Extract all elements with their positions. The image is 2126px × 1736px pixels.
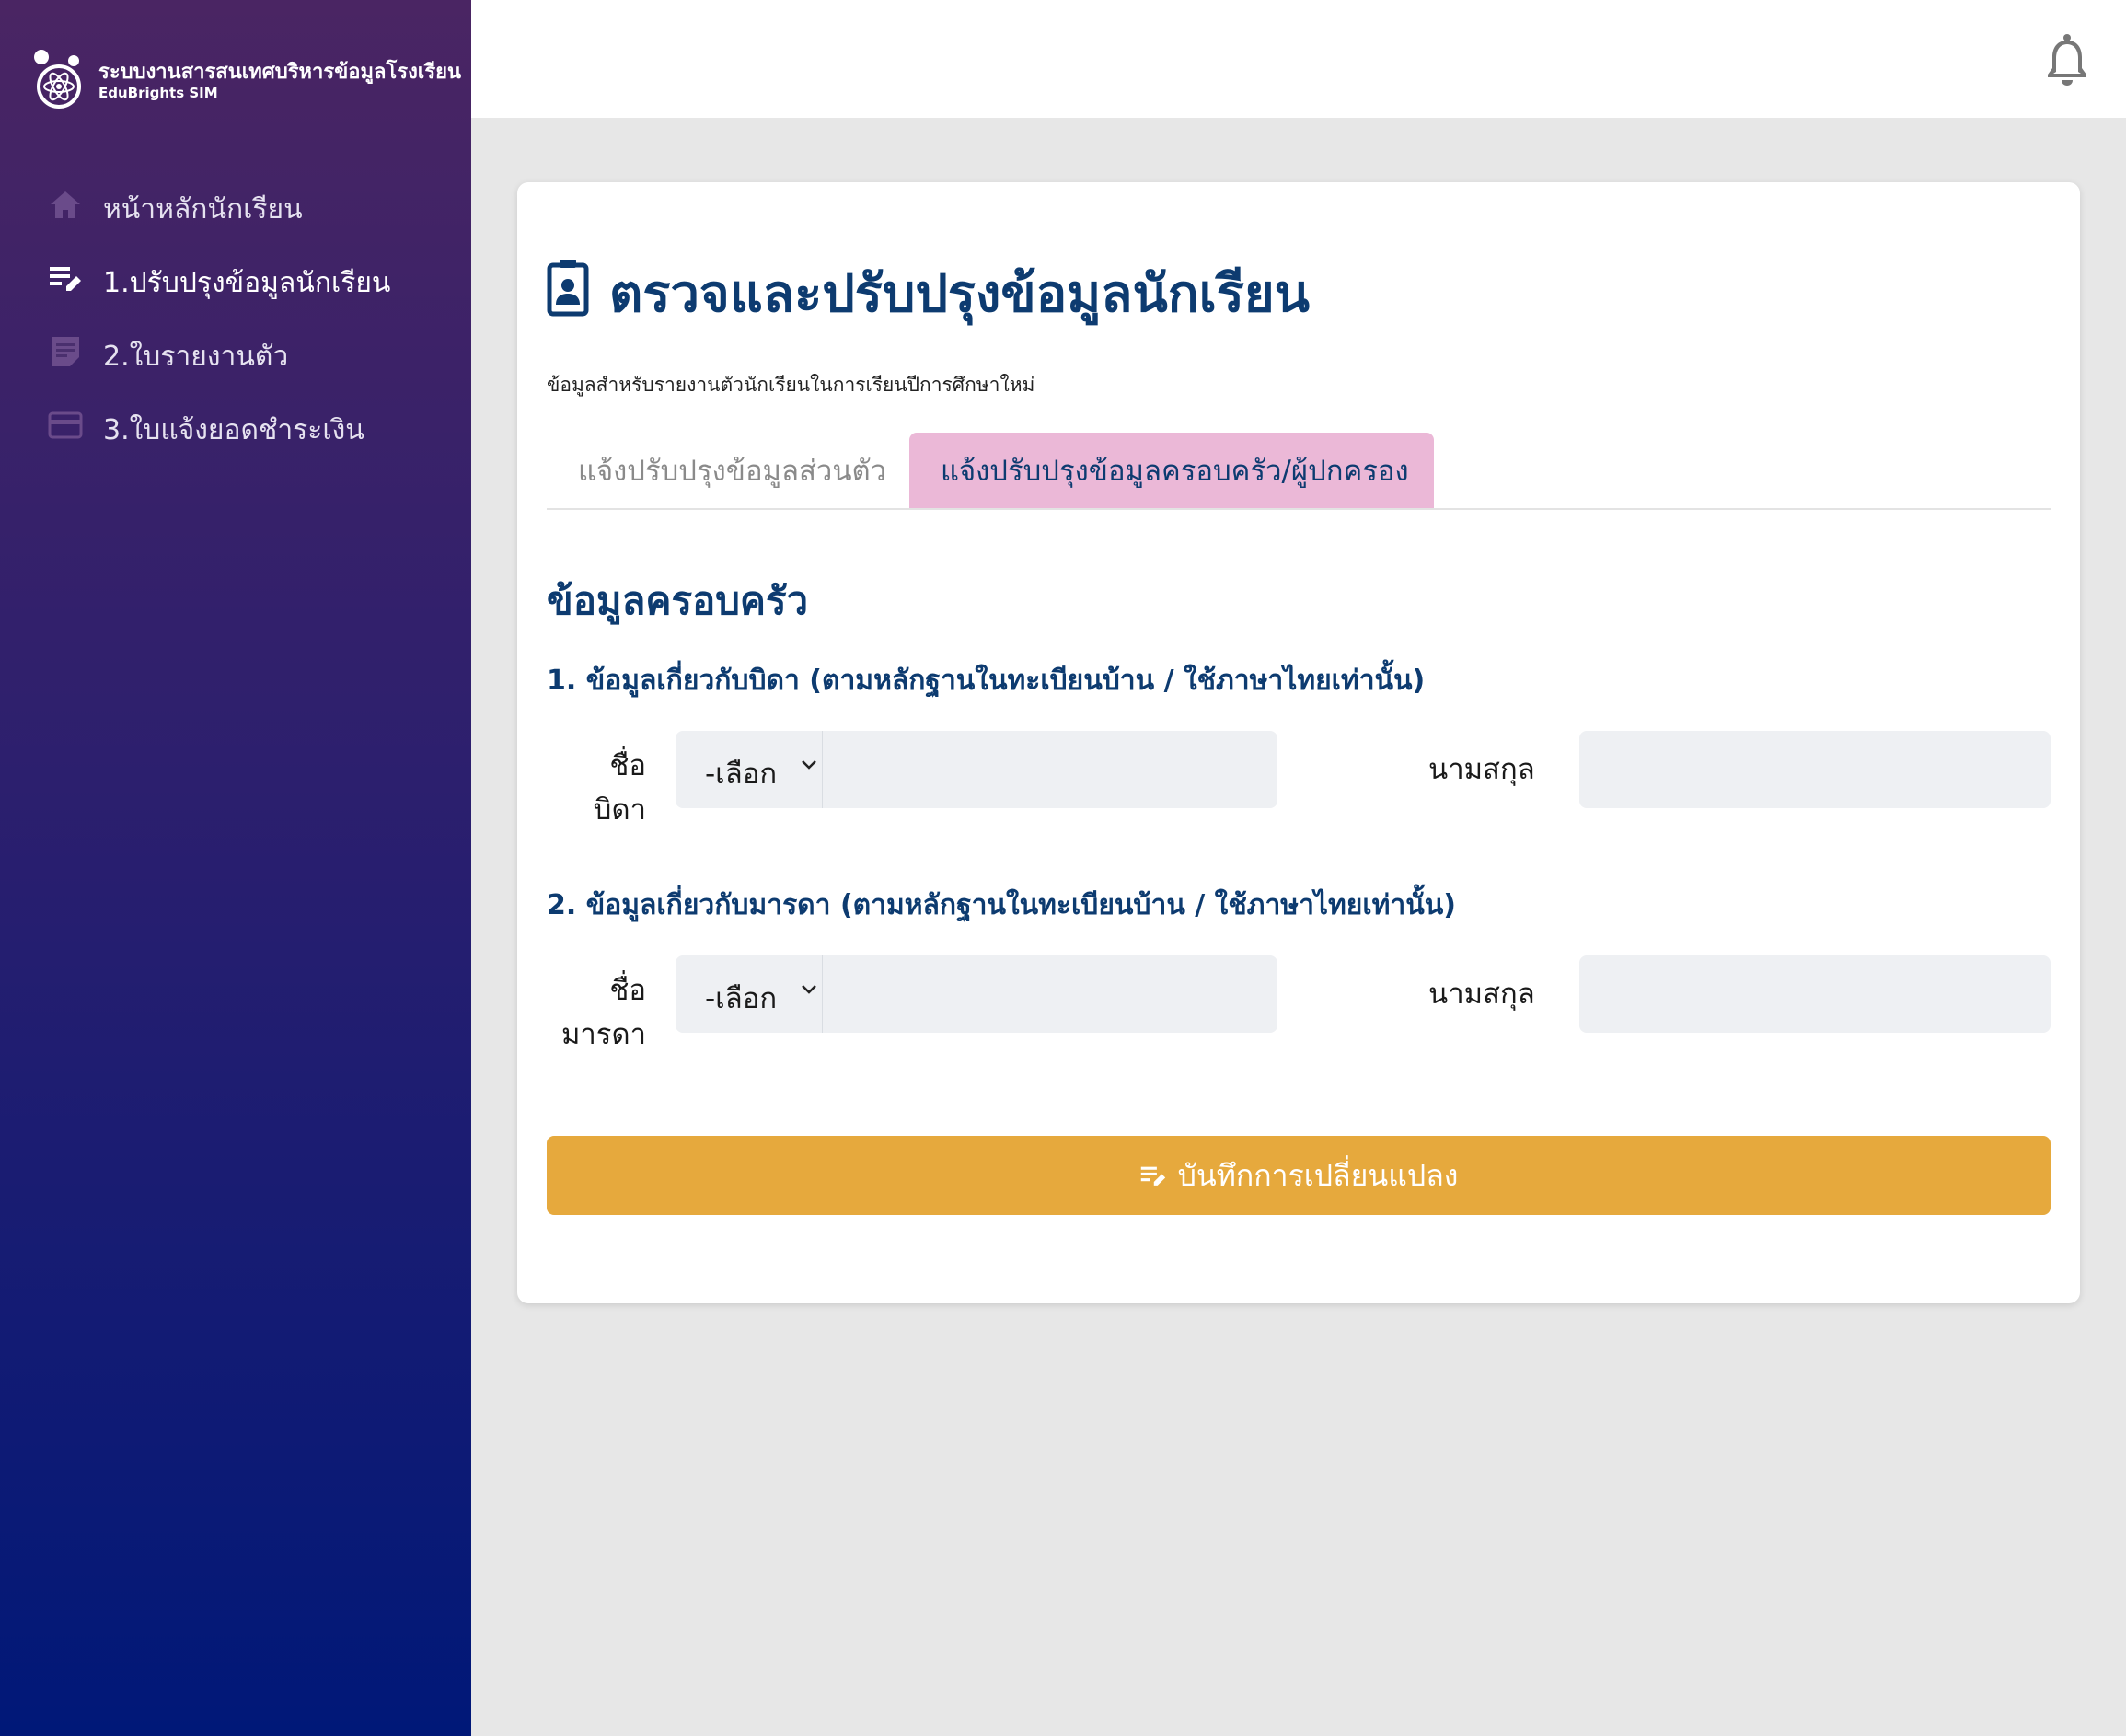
sidebar: ระบบงานสารสนเทศบริหารข้อมูลโรงเรียน EduB… [0, 0, 471, 1736]
tab-family-info[interactable]: แจ้งปรับปรุงข้อมูลครอบครัว/ผู้ปกครอง [909, 433, 1434, 508]
mother-prefix-value: -เลือก [705, 982, 778, 1015]
chevron-down-icon [802, 985, 816, 994]
sidebar-item-label: หน้าหลักนักเรียน [103, 193, 303, 226]
mother-name-label: ชื่อ มารดา [536, 968, 646, 1057]
save-button-label: บันทึกการเปลี่ยนแปลง [1177, 1157, 1459, 1193]
mother-section-heading: 2. ข้อมูลเกี่ยวกับมารดา (ตามหลักฐานในทะเ… [547, 889, 1456, 921]
home-icon [51, 191, 80, 218]
mother-prefix-select[interactable]: -เลือก [676, 955, 823, 1033]
sidebar-item-label: 2.ใบรายงานตัว [103, 341, 289, 373]
sidebar-item-update-student[interactable]: 1.ปรับปรุงข้อมูลนักเรียน [0, 241, 471, 315]
sidebar-item-report-form[interactable]: 2.ใบรายงานตัว [0, 315, 471, 388]
father-surname-input[interactable] [1579, 731, 2051, 808]
page-title: ตรวจและปรับปรุงข้อมูลนักเรียน [609, 264, 1310, 324]
mother-surname-input[interactable] [1579, 955, 2051, 1033]
mother-name-label-line1: ชื่อ [609, 974, 646, 1007]
sidebar-item-student-home[interactable]: หน้าหลักนักเรียน [0, 168, 471, 241]
sidebar-nav: หน้าหลักนักเรียน 1.ปรับปรุงข้อมูลนักเรีย… [0, 168, 471, 462]
edit-list-icon [50, 267, 81, 291]
page-description: ข้อมูลสำหรับรายงานตัวนักเรียนในการเรียนป… [547, 374, 1035, 396]
tab-personal-info[interactable]: แจ้งปรับปรุงข้อมูลส่วนตัว [547, 433, 918, 508]
section-title: ข้อมูลครอบครัว [547, 578, 809, 623]
credit-card-icon [48, 411, 83, 439]
edit-list-icon [1140, 1166, 1165, 1186]
document-icon [52, 337, 79, 366]
mother-name-label-line2: มารดา [560, 1018, 646, 1051]
father-section-heading: 1. ข้อมูลเกี่ยวกับบิดา (ตามหลักฐานในทะเบ… [547, 665, 1426, 697]
sidebar-item-label: 1.ปรับปรุงข้อมูลนักเรียน [103, 267, 391, 299]
bell-icon[interactable] [2045, 33, 2089, 87]
mother-surname-label: นามสกุล [1428, 978, 1535, 1011]
student-badge-icon [547, 260, 589, 317]
father-name-label-line1: ชื่อ [609, 749, 646, 782]
brand-subtitle: EduBrights SIM [98, 85, 218, 101]
sidebar-item-payment-notice[interactable]: 3.ใบแจ้งยอดชำระเงิน [0, 388, 471, 462]
father-prefix-select[interactable]: -เลือก [676, 731, 823, 808]
mother-first-name-input[interactable] [823, 955, 1277, 1033]
father-first-name-input[interactable] [823, 731, 1277, 808]
top-bar [471, 0, 2126, 118]
save-changes-button[interactable]: บันทึกการเปลี่ยนแปลง [547, 1136, 2051, 1215]
brand-title: ระบบงานสารสนเทศบริหารข้อมูลโรงเรียน [98, 61, 462, 84]
father-name-label-line2: บิดา [593, 793, 646, 827]
edubrights-logo-icon [34, 50, 81, 109]
father-prefix-value: -เลือก [705, 758, 778, 791]
tab-bar: แจ้งปรับปรุงข้อมูลส่วนตัว แจ้งปรับปรุงข้… [547, 433, 2051, 510]
chevron-down-icon [802, 760, 816, 770]
main-card: ตรวจและปรับปรุงข้อมูลนักเรียน ข้อมูลสำหร… [517, 182, 2080, 1303]
father-name-label: ชื่อ บิดา [536, 744, 646, 832]
father-surname-label: นามสกุล [1428, 753, 1535, 786]
sidebar-item-label: 3.ใบแจ้งยอดชำระเงิน [103, 414, 364, 446]
